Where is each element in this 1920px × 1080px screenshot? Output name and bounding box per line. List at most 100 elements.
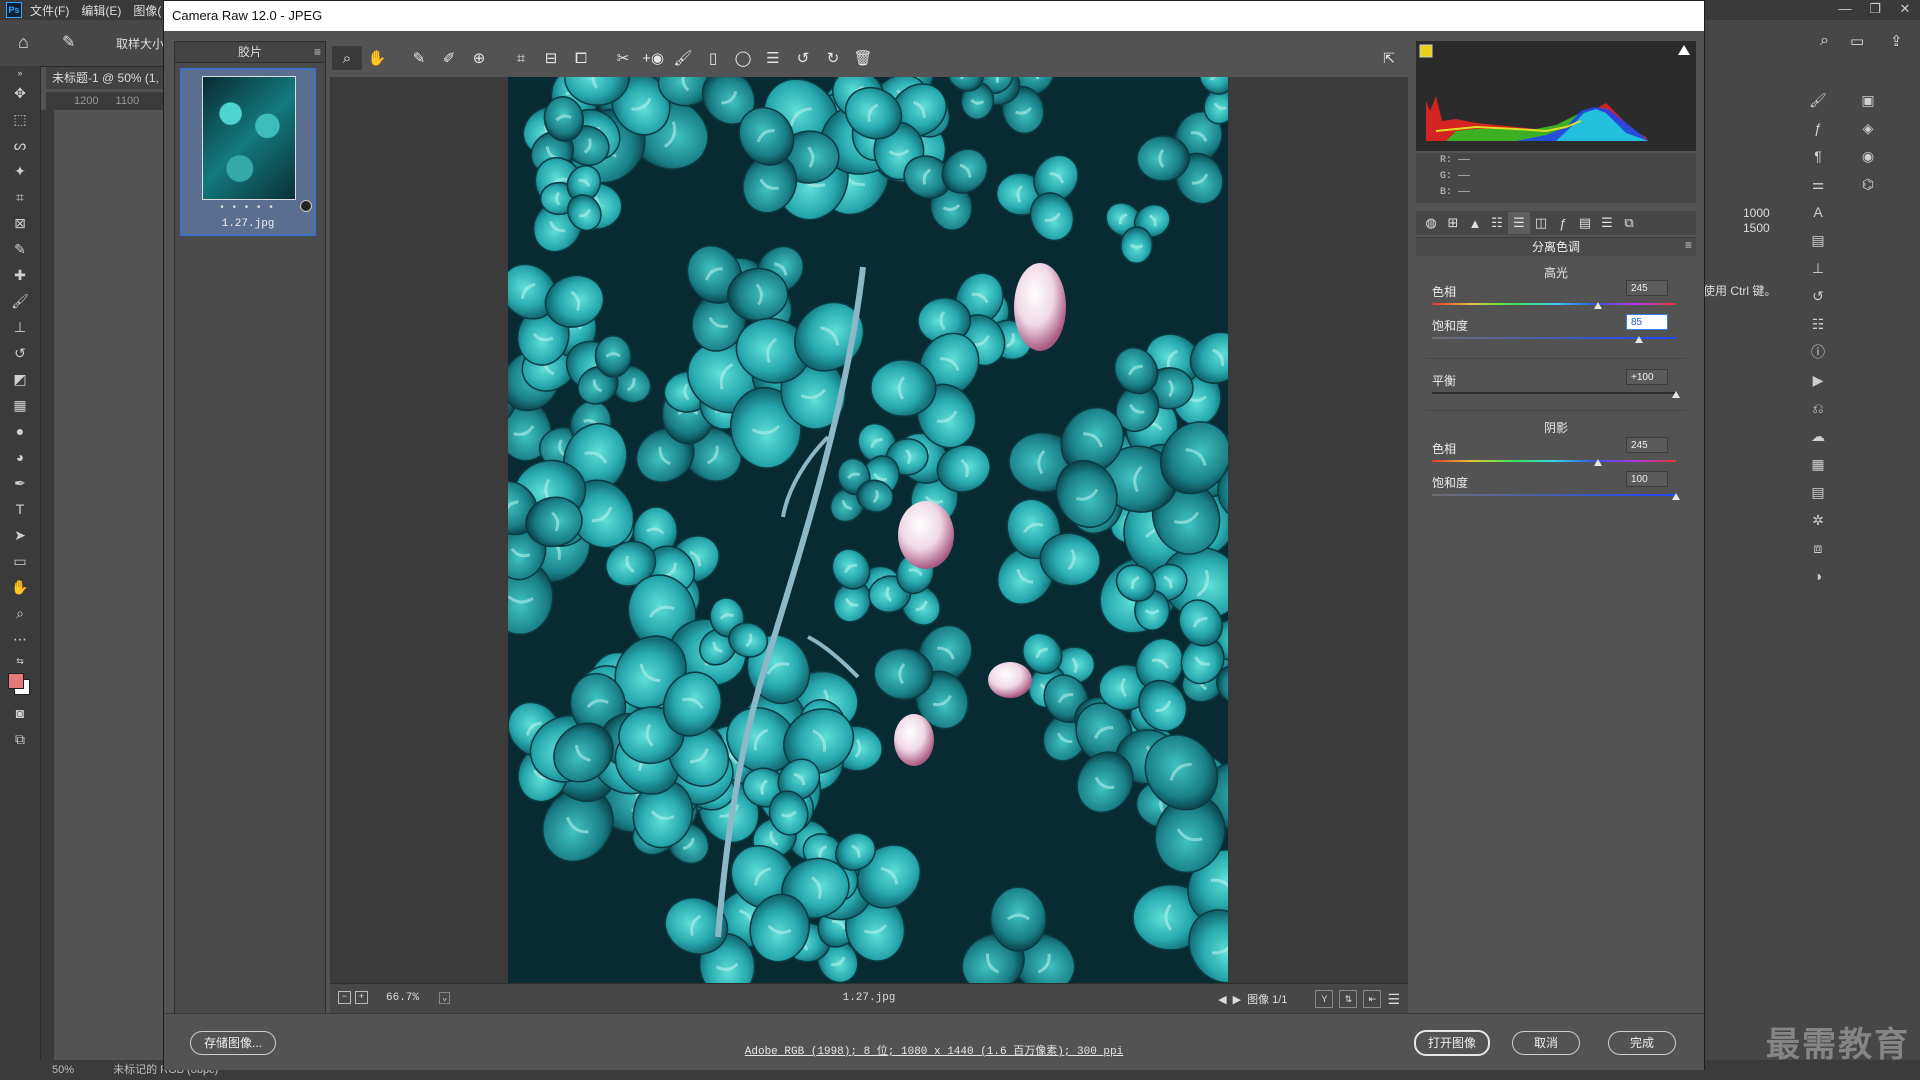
brush-settings-icon[interactable]: 🖌 — [1803, 86, 1833, 114]
color-panel-icon[interactable]: ▣ — [1853, 86, 1883, 114]
close-icon[interactable]: ✕ — [1890, 0, 1920, 20]
frame-tool-icon[interactable]: ⊠ — [0, 210, 40, 236]
dodge-tool-icon[interactable]: ◕ — [0, 444, 40, 470]
tab-tone-curve-icon[interactable]: ⊞ — [1442, 212, 1464, 234]
history-brush-tool-icon[interactable]: ↺ — [0, 340, 40, 366]
red-eye-tool-icon[interactable]: +◉ — [638, 46, 668, 70]
crop-tool-icon[interactable]: ⌗ — [506, 46, 536, 70]
open-image-button[interactable]: 打开图像 — [1414, 1030, 1490, 1056]
glyphs-icon[interactable]: ▤ — [1803, 226, 1833, 254]
type-tool-icon[interactable]: T — [0, 496, 40, 522]
tab-presets-icon[interactable]: ☰ — [1596, 212, 1618, 234]
sh-saturation-track[interactable] — [1432, 494, 1676, 496]
rotate-right-icon[interactable]: ↻ — [818, 46, 848, 70]
panel-menu-icon[interactable]: ≡ — [1685, 238, 1692, 252]
more-tools-icon[interactable]: ⋯ — [0, 626, 40, 652]
color-swatches[interactable] — [0, 670, 40, 700]
crop-tool-icon[interactable]: ⌗ — [0, 184, 40, 210]
highlight-clipping-warning-icon[interactable] — [1678, 45, 1690, 57]
shadow-clipping-warning-icon[interactable] — [1420, 45, 1432, 57]
rating-dots[interactable]: • • • • • — [182, 202, 314, 213]
zoom-tool-icon[interactable]: ⌕ — [0, 600, 40, 626]
tab-calibration-icon[interactable]: ▤ — [1574, 212, 1596, 234]
magic-wand-tool-icon[interactable]: ✦ — [0, 158, 40, 184]
hl-hue-thumb[interactable] — [1593, 302, 1602, 309]
gradient-tool-icon[interactable]: ▦ — [0, 392, 40, 418]
menu-file[interactable]: 文件(F) — [30, 2, 69, 19]
next-image-icon[interactable]: ▶ — [1233, 993, 1241, 1006]
tab-hsl-icon[interactable]: ☷ — [1486, 212, 1508, 234]
image-preview-area[interactable] — [330, 77, 1408, 983]
tab-split-toning-icon[interactable]: ☰ — [1508, 212, 1530, 234]
filmstrip-thumbnail[interactable]: • • • • • 1.27.jpg — [180, 68, 316, 236]
copy-settings-icon[interactable]: ⇤ — [1363, 990, 1382, 1008]
restore-icon[interactable]: ❐ — [1860, 0, 1890, 20]
straighten-tool-icon[interactable]: ⊟ — [536, 46, 566, 70]
libraries-icon[interactable]: ☷ — [1803, 310, 1833, 338]
lasso-tool-icon[interactable]: ᔕ — [0, 132, 40, 158]
eyedropper-tool-icon[interactable]: ✎ — [62, 32, 75, 52]
blur-tool-icon[interactable]: ● — [0, 418, 40, 444]
info-icon[interactable]: ⓘ — [1803, 338, 1833, 366]
export-icon[interactable]: ⧈ — [1803, 534, 1833, 562]
share-icon[interactable]: ⇪ — [1890, 32, 1903, 50]
home-icon[interactable]: ⌂ — [18, 32, 29, 53]
previous-image-icon[interactable]: ◀ — [1218, 993, 1226, 1006]
sh-saturation-thumb[interactable] — [1672, 493, 1680, 500]
move-tool-icon[interactable]: ✥ — [0, 80, 40, 106]
sh-hue-track[interactable] — [1432, 460, 1676, 462]
collapse-icon[interactable]: » — [0, 66, 40, 80]
pen-tool-icon[interactable]: ✒ — [0, 470, 40, 496]
quick-mask-icon[interactable]: ◙ — [0, 700, 40, 726]
workspace-icon[interactable]: ▭ — [1850, 32, 1864, 50]
balance-track[interactable] — [1432, 392, 1676, 394]
screen-mode-icon[interactable]: ⧉ — [0, 726, 40, 752]
stamp-panel-icon[interactable]: ⊥ — [1803, 254, 1833, 282]
balance-thumb[interactable] — [1672, 391, 1680, 398]
targeted-adjustment-tool-icon[interactable]: ⊕ — [464, 46, 494, 70]
history-icon[interactable]: ↺ — [1803, 282, 1833, 310]
eraser-tool-icon[interactable]: ◩ — [0, 366, 40, 392]
notes-icon[interactable]: ▤ — [1803, 478, 1833, 506]
cancel-button[interactable]: 取消 — [1512, 1031, 1580, 1055]
adjustments-icon[interactable]: ⚌ — [1803, 170, 1833, 198]
rectangle-tool-icon[interactable]: ▭ — [0, 548, 40, 574]
path-selection-tool-icon[interactable]: ➤ — [0, 522, 40, 548]
minimize-icon[interactable]: — — [1830, 0, 1860, 20]
tab-basic-icon[interactable]: ◍ — [1420, 212, 1442, 234]
table-icon[interactable]: ▦ — [1803, 450, 1833, 478]
rotate-left-icon[interactable]: ↺ — [788, 46, 818, 70]
tab-detail-icon[interactable]: ▲ — [1464, 212, 1486, 234]
eyedropper-tool-icon[interactable]: ✎ — [0, 236, 40, 262]
stamp-tool-icon[interactable]: ⊥ — [0, 314, 40, 340]
trash-icon[interactable]: 🗑 — [848, 46, 878, 70]
hamburger-menu-icon[interactable]: ≡ — [314, 42, 321, 62]
hl-saturation-value[interactable]: 85 — [1626, 314, 1668, 330]
before-after-icon[interactable]: Y — [1315, 990, 1334, 1008]
swap-colors-icon[interactable]: ⇆ — [0, 652, 40, 670]
preview-settings-icon[interactable]: ☰ — [1387, 991, 1400, 1008]
preferences-icon[interactable]: ☰ — [758, 46, 788, 70]
brush-tool-icon[interactable]: 🖌 — [0, 288, 40, 314]
sh-hue-value[interactable]: 245 — [1626, 437, 1668, 453]
radial-filter-icon[interactable]: ◯ — [728, 46, 758, 70]
tab-snapshots-icon[interactable]: ⧉ — [1618, 212, 1640, 234]
graduated-filter-icon[interactable]: ▯ — [698, 46, 728, 70]
channels-icon[interactable]: ◉ — [1853, 142, 1883, 170]
hand-tool-icon[interactable]: ✋ — [362, 46, 392, 70]
marquee-tool-icon[interactable]: ⬚ — [0, 106, 40, 132]
paragraph-icon[interactable]: ¶ — [1803, 142, 1833, 170]
sh-hue-thumb[interactable] — [1593, 459, 1602, 466]
timeline-icon[interactable]: ☁ — [1803, 422, 1833, 450]
paths-icon[interactable]: ⎌ — [1803, 394, 1833, 422]
balance-value[interactable]: +100 — [1626, 369, 1668, 385]
fx-icon[interactable]: ƒ — [1803, 114, 1833, 142]
spot-removal-tool-icon[interactable]: ✂ — [608, 46, 638, 70]
white-balance-tool-icon[interactable]: ✎ — [404, 46, 434, 70]
paths-panel-icon[interactable]: ⌬ — [1853, 170, 1883, 198]
tab-lens-corrections-icon[interactable]: ◫ — [1530, 212, 1552, 234]
layers-icon[interactable]: ◈ — [1853, 114, 1883, 142]
transform-tool-icon[interactable]: ⧠ — [566, 46, 596, 70]
color-sampler-tool-icon[interactable]: ✐ — [434, 46, 464, 70]
hl-hue-track[interactable] — [1432, 303, 1676, 305]
